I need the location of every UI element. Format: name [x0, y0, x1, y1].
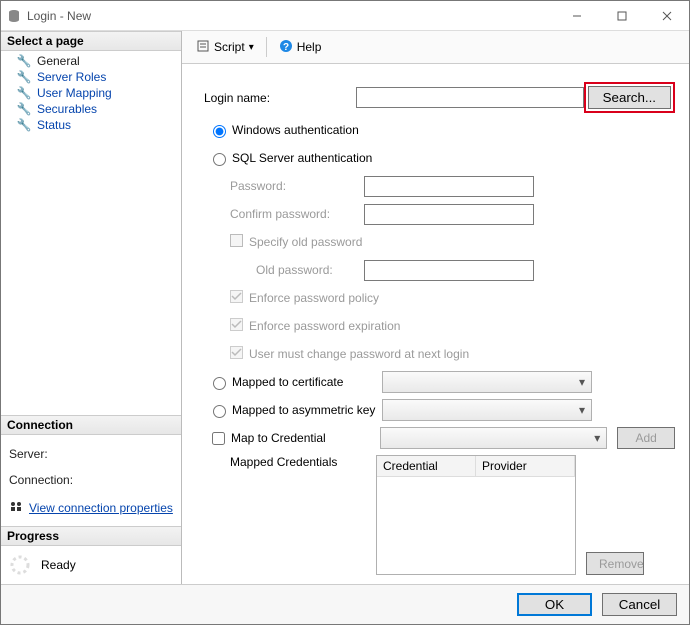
minimize-button[interactable] [554, 1, 599, 30]
enforce-expiration-checkbox [230, 318, 243, 334]
page-label: Server Roles [37, 70, 106, 84]
table-rows [377, 477, 575, 574]
titlebar: Login - New [1, 1, 689, 31]
mapped-credentials-label: Mapped Credentials [204, 455, 376, 469]
help-button[interactable]: ? Help [275, 37, 326, 58]
close-button[interactable] [644, 1, 689, 30]
svg-text:?: ? [283, 42, 289, 53]
progress-heading: Progress [1, 526, 181, 546]
ok-button[interactable]: OK [517, 593, 592, 616]
confirm-password-label: Confirm password: [230, 207, 364, 221]
main-panel: Script ▾ ? Help Login name: Search... [182, 31, 689, 584]
wrench-icon: 🔧 [17, 102, 31, 116]
col-credential: Credential [377, 456, 476, 476]
cancel-button[interactable]: Cancel [602, 593, 677, 616]
page-server-roles[interactable]: 🔧 Server Roles [1, 69, 181, 85]
confirm-password-input [364, 204, 534, 225]
page-label: Status [37, 118, 71, 132]
content-area: Login name: Search... Windows authentica… [182, 64, 689, 584]
password-input [364, 176, 534, 197]
server-label: Server: [9, 447, 173, 461]
progress-spinner-icon [9, 554, 31, 576]
wrench-icon: 🔧 [17, 86, 31, 100]
enforce-expiration-label: Enforce password expiration [249, 319, 400, 333]
old-password-label: Old password: [256, 263, 364, 277]
connection-label: Connection: [9, 473, 173, 487]
page-user-mapping[interactable]: 🔧 User Mapping [1, 85, 181, 101]
page-label: Securables [37, 102, 97, 116]
progress-status: Ready [41, 558, 76, 572]
search-highlight: Search... [584, 82, 675, 113]
old-password-input [364, 260, 534, 281]
wrench-icon: 🔧 [17, 118, 31, 132]
script-button[interactable]: Script ▾ [192, 37, 258, 58]
page-status[interactable]: 🔧 Status [1, 117, 181, 133]
page-label: General [37, 54, 80, 68]
connection-block: Server: Connection: View connection prop… [1, 435, 181, 526]
script-label: Script [214, 40, 245, 54]
map-credential-combo: ▾ [380, 427, 608, 449]
mapped-cert-combo: ▾ [382, 371, 592, 393]
dialog-footer: OK Cancel [1, 584, 689, 624]
help-icon: ? [279, 39, 293, 56]
dropdown-arrow-icon: ▾ [249, 42, 254, 53]
sql-auth-radio[interactable] [213, 153, 226, 166]
page-general[interactable]: 🔧 General [1, 53, 181, 69]
toolbar-separator [266, 37, 267, 57]
view-connection-properties-link[interactable]: View connection properties [29, 501, 173, 515]
specify-old-password-checkbox [230, 234, 243, 250]
password-label: Password: [230, 179, 364, 193]
must-change-label: User must change password at next login [249, 347, 469, 361]
login-name-label: Login name: [204, 91, 356, 105]
toolbar: Script ▾ ? Help [182, 31, 689, 64]
sidebar: Select a page 🔧 General 🔧 Server Roles 🔧… [1, 31, 182, 584]
script-icon [196, 39, 210, 56]
maximize-button[interactable] [599, 1, 644, 30]
wrench-icon: 🔧 [17, 70, 31, 84]
remove-credential-button: Remove [586, 552, 644, 575]
progress-block: Ready [1, 546, 181, 584]
search-button[interactable]: Search... [588, 86, 671, 109]
mapped-asym-label: Mapped to asymmetric key [232, 403, 382, 417]
page-label: User Mapping [37, 86, 112, 100]
login-name-input[interactable] [356, 87, 584, 108]
must-change-checkbox [230, 346, 243, 362]
enforce-policy-checkbox [230, 290, 243, 306]
select-page-heading: Select a page [1, 31, 181, 51]
windows-auth-label: Windows authentication [232, 123, 359, 137]
mapped-asym-combo: ▾ [382, 399, 592, 421]
map-credential-checkbox[interactable] [212, 432, 225, 445]
add-credential-button: Add [617, 427, 675, 449]
window-title: Login - New [27, 9, 554, 23]
connection-heading: Connection [1, 415, 181, 435]
page-securables[interactable]: 🔧 Securables [1, 101, 181, 117]
windows-auth-radio[interactable] [213, 125, 226, 138]
mapped-cert-label: Mapped to certificate [232, 375, 382, 389]
dialog-window: Login - New Select a page 🔧 General 🔧 Se… [0, 0, 690, 625]
col-provider: Provider [476, 456, 575, 476]
mapped-credentials-table: Credential Provider [376, 455, 576, 575]
mapped-cert-radio[interactable] [213, 377, 226, 390]
help-label: Help [297, 40, 322, 54]
map-credential-label: Map to Credential [231, 431, 380, 445]
connection-icon [9, 499, 23, 516]
app-icon [7, 9, 21, 23]
enforce-policy-label: Enforce password policy [249, 291, 379, 305]
page-list: 🔧 General 🔧 Server Roles 🔧 User Mapping … [1, 51, 181, 137]
mapped-asym-radio[interactable] [213, 405, 226, 418]
sql-auth-label: SQL Server authentication [232, 151, 372, 165]
wrench-icon: 🔧 [17, 54, 31, 68]
specify-old-password-label: Specify old password [249, 235, 362, 249]
